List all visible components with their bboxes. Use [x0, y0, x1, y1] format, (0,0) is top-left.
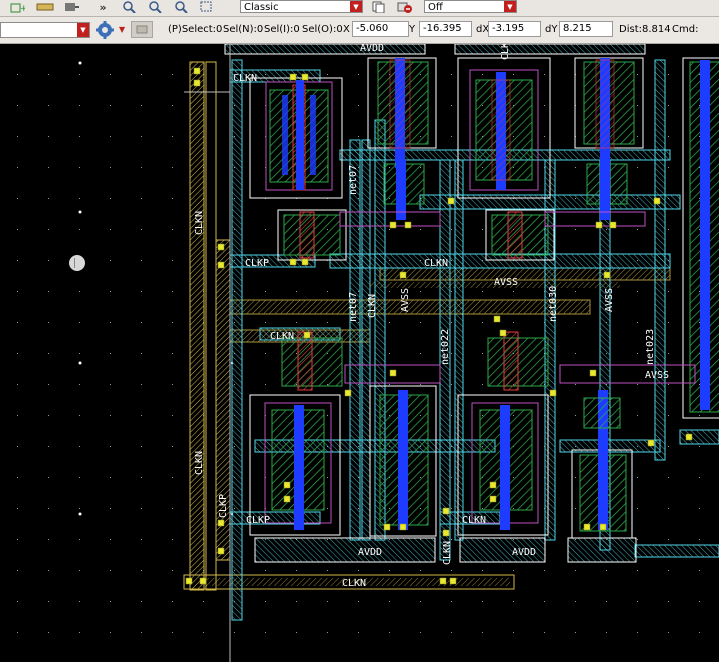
toolbar-overflow-button[interactable]: »: [94, 0, 112, 14]
layer-select[interactable]: ▼: [0, 22, 90, 38]
zoom-fit-icon[interactable]: [172, 0, 190, 14]
sel-i-count: Sel(I):0: [264, 24, 300, 35]
zoom-out-icon[interactable]: [146, 0, 164, 14]
net-label-clkn: CLKN: [462, 515, 486, 526]
x-coordinate-field[interactable]: -5.060: [352, 21, 409, 37]
status-bar: ▼ ▼ (P)Select:0 Sel(N):0 Sel(I):0 Sel(O)…: [0, 17, 719, 44]
command-prompt-label: Cmd:: [672, 24, 699, 35]
no-entry-icon[interactable]: [396, 0, 414, 14]
net-label-avss: AVSS: [604, 288, 615, 312]
dy-label: dY: [545, 24, 558, 35]
cursor-marker: [69, 255, 85, 271]
net-label-avdd: AVDD: [358, 547, 382, 558]
plug-icon[interactable]: [62, 0, 80, 14]
net-label-clkn: CLKN: [270, 331, 294, 342]
net-label-clkp: CLKP: [246, 515, 270, 526]
net-label-clkn: CLKN: [342, 578, 366, 589]
net-label-avss: AVSS: [400, 288, 411, 312]
gravity-mode-select[interactable]: Off ▼: [424, 0, 517, 13]
net-label-clkn-vertical: CLKN: [194, 211, 205, 235]
create-instance-icon[interactable]: +: [8, 0, 26, 14]
net-label-clkp: CLKP: [245, 258, 269, 269]
net-label-clkn-vertical: CLKN: [194, 451, 205, 475]
net-label-net023: net023: [645, 329, 656, 365]
main-toolbar: + » Classic ▼ Off ▼: [0, 0, 719, 17]
net-label-net07: net07: [348, 292, 359, 322]
chevron-down-icon: ▼: [77, 23, 89, 37]
display-style-value: Classic: [244, 2, 279, 13]
sel-n-count: Sel(N):0: [223, 24, 264, 35]
net-label-avdd: AVDD: [360, 44, 384, 54]
net-label-clkn-vertical: CLKN: [367, 294, 378, 318]
ruler-icon[interactable]: [36, 0, 54, 14]
y-coordinate-field[interactable]: -16.395: [419, 21, 472, 37]
chevron-down-icon: ▼: [504, 1, 516, 12]
net-label-net07: net07: [348, 165, 359, 195]
dy-field[interactable]: 8.215: [559, 21, 613, 37]
y-label: Y: [409, 24, 416, 35]
chevron-down-icon[interactable]: ▼: [119, 25, 125, 34]
net-label-avss: AVSS: [645, 370, 669, 381]
options-button[interactable]: [131, 21, 153, 38]
net-label-avss: AVSS: [494, 277, 518, 288]
zoom-area-icon[interactable]: [198, 0, 216, 14]
net-label-net030: net030: [548, 286, 559, 322]
zoom-in-icon[interactable]: [120, 0, 138, 14]
dx-field[interactable]: -3.195: [488, 21, 541, 37]
net-label-clkn: CLKN: [424, 258, 448, 269]
net-label-net022: net022: [440, 329, 451, 365]
gear-icon[interactable]: [95, 20, 115, 40]
net-label-avdd: AVDD: [512, 547, 536, 558]
distance-readout: Dist:8.814: [619, 24, 671, 35]
net-label-clkn-vertical: CLKN: [442, 541, 453, 565]
display-style-select[interactable]: Classic ▼: [240, 0, 363, 13]
net-label-clkp-vertical: CLKP: [218, 494, 229, 518]
copy-icon[interactable]: [370, 0, 388, 14]
svg-text:+: +: [20, 4, 25, 13]
layout-canvas[interactable]: CLKN CLKN CLKP CLKN AVSS CLKN net07 net0…: [0, 44, 719, 662]
x-label: X: [343, 24, 350, 35]
p-select-count: (P)Select:0: [168, 24, 223, 35]
chevron-down-icon: ▼: [350, 1, 362, 12]
sel-o-count: Sel(O):0: [302, 24, 343, 35]
net-label-clk: CLK: [500, 44, 511, 60]
gravity-mode-value: Off: [428, 2, 443, 13]
net-label-clkn: CLKN: [233, 73, 257, 84]
